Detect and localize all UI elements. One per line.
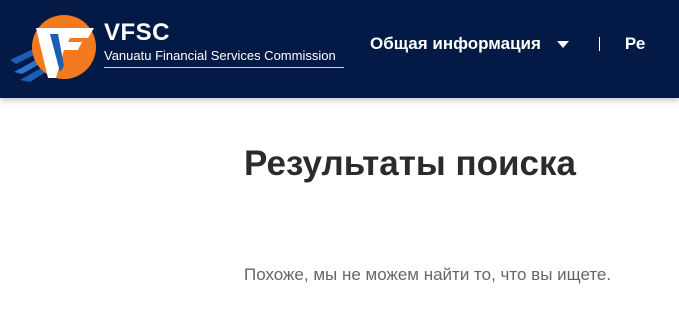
logo-divider	[104, 67, 344, 68]
logo-abbreviation: VFSC	[104, 19, 171, 46]
site-header: VFSC Vanuatu Financial Services Commissi…	[0, 0, 679, 98]
site-logo-link[interactable]: VFSC Vanuatu Financial Services Commissi…	[8, 12, 348, 82]
main-nav: Общая информация Ре	[370, 34, 645, 54]
page-title: Результаты поиска	[244, 144, 576, 183]
nav-item-general-info[interactable]: Общая информация	[370, 34, 569, 54]
vfsc-logo-icon	[10, 15, 96, 82]
nav-separator	[598, 37, 600, 51]
nav-item-next[interactable]: Ре	[625, 34, 645, 54]
chevron-down-icon[interactable]	[556, 40, 569, 48]
no-results-message: Похоже, мы не можем найти то, что вы ище…	[244, 265, 612, 284]
nav-item-label: Ре	[624, 34, 646, 53]
logo-full-name: Vanuatu Financial Services Commission	[104, 48, 336, 63]
nav-item-label: Общая информация	[370, 34, 541, 53]
